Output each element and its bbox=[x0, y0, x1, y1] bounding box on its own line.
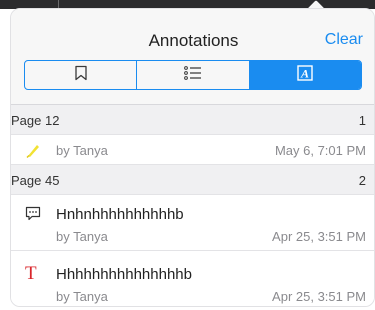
annotation-author: by Tanya bbox=[56, 289, 108, 304]
annotation-author: by Tanya bbox=[56, 143, 108, 158]
popover-title: Annotations bbox=[148, 31, 239, 50]
section-header-page-12: Page 12 1 bbox=[11, 105, 374, 135]
annotation-row-comment[interactable]: Hnhnhhhhhhhhhhb by Tanya Apr 25, 3:51 PM bbox=[11, 195, 374, 251]
annotation-date: Apr 25, 3:51 PM bbox=[272, 289, 366, 304]
annotation-row-text[interactable]: T Hhhhhhhhhhhhhhhb by Tanya Apr 25, 3:51… bbox=[11, 255, 374, 306]
list-icon bbox=[184, 65, 202, 85]
annotation-note-text: Hnhnhhhhhhhhhhb bbox=[56, 206, 184, 223]
annotation-date: May 6, 7:01 PM bbox=[274, 143, 366, 158]
highlighter-icon bbox=[25, 142, 41, 163]
annotation-a-glyph: A bbox=[300, 66, 309, 80]
annotation-author: by Tanya bbox=[56, 229, 108, 244]
text-t-icon: T bbox=[25, 263, 37, 284]
segment-annotations[interactable]: A bbox=[249, 61, 361, 89]
annotation-date: Apr 25, 3:51 PM bbox=[272, 229, 366, 244]
clear-button[interactable]: Clear bbox=[325, 31, 363, 49]
annotation-filter-segmented-control: A bbox=[24, 60, 362, 90]
popover-header: Annotations Clear A bbox=[11, 9, 374, 105]
section-header-page-45: Page 45 2 bbox=[11, 165, 374, 195]
segment-bookmarks[interactable] bbox=[25, 61, 138, 89]
annotation-a-icon: A bbox=[297, 64, 314, 86]
comment-icon bbox=[25, 206, 41, 226]
section-count: 2 bbox=[358, 173, 366, 188]
section-count: 1 bbox=[358, 113, 366, 128]
annotation-note-text: Hhhhhhhhhhhhhhhb bbox=[56, 266, 192, 283]
section-page-label: Page 12 bbox=[11, 113, 60, 128]
annotation-row-highlight[interactable]: by Tanya May 6, 7:01 PM bbox=[11, 135, 374, 165]
bookmark-icon bbox=[74, 65, 88, 86]
segment-list[interactable] bbox=[137, 61, 250, 89]
section-page-label: Page 45 bbox=[11, 173, 60, 188]
annotations-popover: Annotations Clear A Page 12 1 by Tanya M… bbox=[10, 8, 375, 307]
